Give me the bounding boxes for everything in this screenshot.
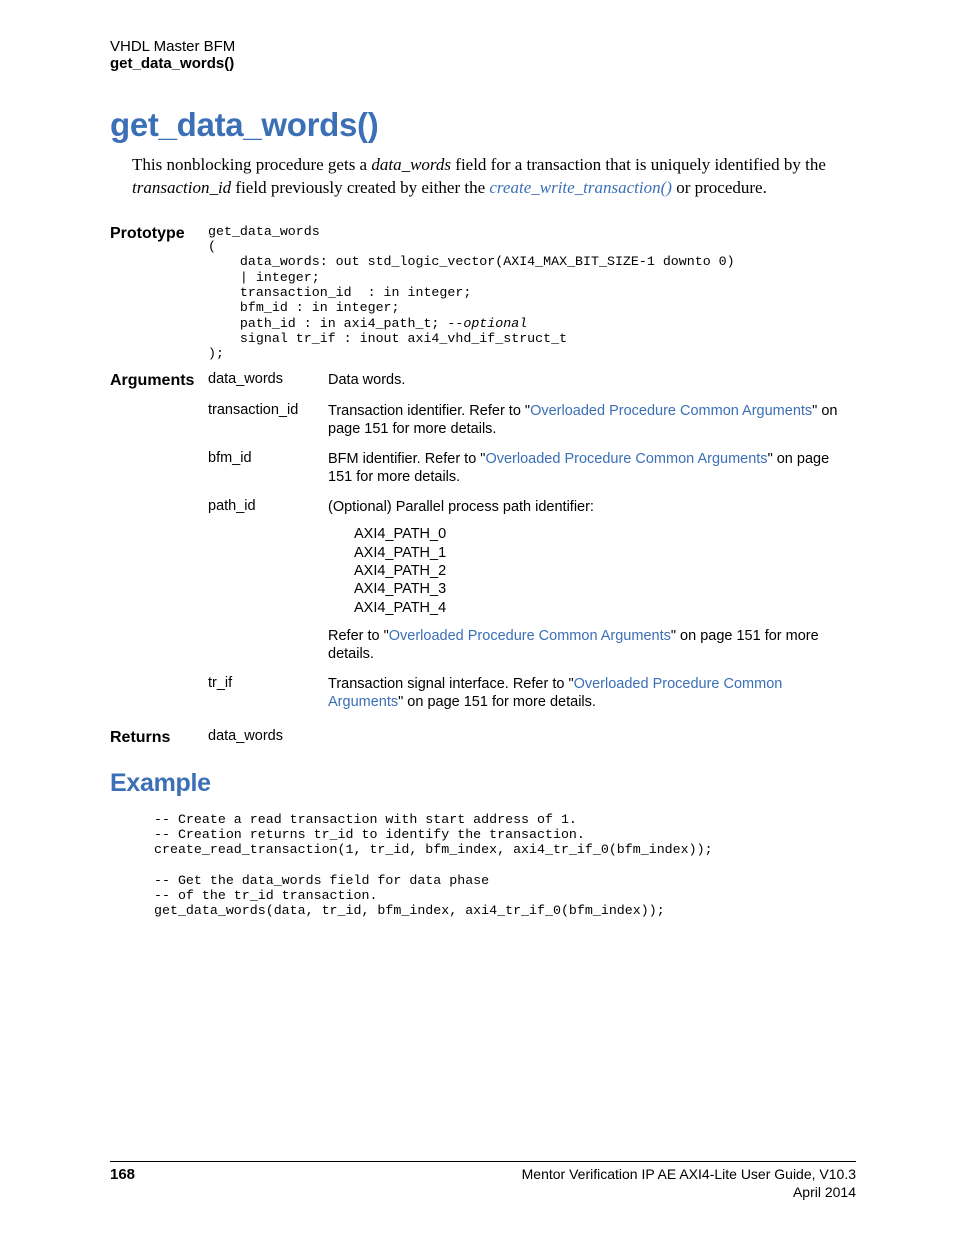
intro-em-data-words: data_words xyxy=(371,155,451,174)
example-heading: Example xyxy=(110,769,856,798)
arg-text: Transaction identifier. Refer to " xyxy=(328,403,530,419)
code-line: path_id : in axi4_path_t; xyxy=(208,316,447,331)
intro-text: or procedure. xyxy=(672,178,767,197)
intro-text: field previously created by either the xyxy=(231,178,489,197)
arg-text: Transaction signal interface. Refer to " xyxy=(328,676,574,692)
arguments-section: Arguments data_words Data words. transac… xyxy=(110,371,856,717)
intro-paragraph: This nonblocking procedure gets a data_w… xyxy=(132,154,856,200)
arg-desc: BFM identifier. Refer to "Overloaded Pro… xyxy=(328,450,856,486)
arg-name: tr_if xyxy=(208,675,328,711)
arg-name: data_words xyxy=(208,371,328,389)
prototype-section: Prototype get_data_words ( data_words: o… xyxy=(110,224,856,362)
intro-text: This nonblocking procedure gets a xyxy=(132,155,371,174)
header-chapter: VHDL Master BFM xyxy=(110,38,856,55)
path-id-list: AXI4_PATH_0 AXI4_PATH_1 AXI4_PATH_2 AXI4… xyxy=(354,526,856,617)
code-line: get_data_words xyxy=(208,224,320,239)
code-line: transaction_id : in integer; xyxy=(208,285,471,300)
arg-name: bfm_id xyxy=(208,450,328,486)
page-footer: 168 Mentor Verification IP AE AXI4-Lite … xyxy=(110,1161,856,1201)
example-code: -- Create a read transaction with start … xyxy=(154,812,856,919)
list-item: AXI4_PATH_0 xyxy=(354,526,856,543)
returns-body: data_words xyxy=(208,728,856,747)
divider xyxy=(110,1161,856,1162)
code-line: | integer; xyxy=(208,270,320,285)
arg-desc: (Optional) Parallel process path identif… xyxy=(328,498,856,663)
cross-ref-link[interactable]: Overloaded Procedure Common Arguments xyxy=(530,403,812,419)
table-row: transaction_id Transaction identifier. R… xyxy=(208,402,856,438)
footer-doc-title: Mentor Verification IP AE AXI4-Lite User… xyxy=(522,1166,856,1184)
arg-text: Refer to "Overloaded Procedure Common Ar… xyxy=(328,627,856,663)
intro-text: field for a transaction that is uniquely… xyxy=(451,155,826,174)
code-comment: --optional xyxy=(447,316,527,331)
arg-name: path_id xyxy=(208,498,328,663)
header-section: get_data_words() xyxy=(110,55,856,72)
table-row: data_words Data words. xyxy=(208,371,856,389)
code-line: signal tr_if : inout axi4_vhd_if_struct_… xyxy=(208,331,567,346)
arg-text: (Optional) Parallel process path identif… xyxy=(328,498,856,516)
cross-ref-link[interactable]: create_write_transaction() xyxy=(489,178,672,197)
returns-value: data_words xyxy=(208,728,328,744)
arg-desc: Data words. xyxy=(328,371,856,389)
intro-em-transaction-id: transaction_id xyxy=(132,178,231,197)
page-number: 168 xyxy=(110,1166,135,1183)
code-line: bfm_id : in integer; xyxy=(208,300,400,315)
code-line: ( xyxy=(208,239,216,254)
list-item: AXI4_PATH_1 xyxy=(354,545,856,562)
list-item: AXI4_PATH_3 xyxy=(354,581,856,598)
prototype-code: get_data_words ( data_words: out std_log… xyxy=(208,224,856,362)
list-item: AXI4_PATH_4 xyxy=(354,600,856,617)
arg-desc: Transaction identifier. Refer to "Overlo… xyxy=(328,402,856,438)
arg-text: BFM identifier. Refer to " xyxy=(328,451,485,467)
prototype-body: get_data_words ( data_words: out std_log… xyxy=(208,224,856,362)
code-line: data_words: out std_logic_vector(AXI4_MA… xyxy=(208,254,735,269)
table-row: bfm_id BFM identifier. Refer to "Overloa… xyxy=(208,450,856,486)
arguments-label: Arguments xyxy=(110,371,208,717)
page-title: get_data_words() xyxy=(110,106,856,144)
table-row: path_id (Optional) Parallel process path… xyxy=(208,498,856,663)
arg-name: transaction_id xyxy=(208,402,328,438)
list-item: AXI4_PATH_2 xyxy=(354,563,856,580)
cross-ref-link[interactable]: Overloaded Procedure Common Arguments xyxy=(389,628,671,644)
footer-date: April 2014 xyxy=(522,1184,856,1202)
arg-text: Refer to " xyxy=(328,628,389,644)
table-row: tr_if Transaction signal interface. Refe… xyxy=(208,675,856,711)
prototype-label: Prototype xyxy=(110,224,208,362)
arg-text: " on page 151 for more details. xyxy=(398,694,596,710)
arg-desc: Transaction signal interface. Refer to "… xyxy=(328,675,856,711)
cross-ref-link[interactable]: Overloaded Procedure Common Arguments xyxy=(485,451,767,467)
returns-label: Returns xyxy=(110,728,208,747)
arguments-body: data_words Data words. transaction_id Tr… xyxy=(208,371,856,717)
returns-section: Returns data_words xyxy=(110,728,856,747)
code-line: ); xyxy=(208,346,224,361)
